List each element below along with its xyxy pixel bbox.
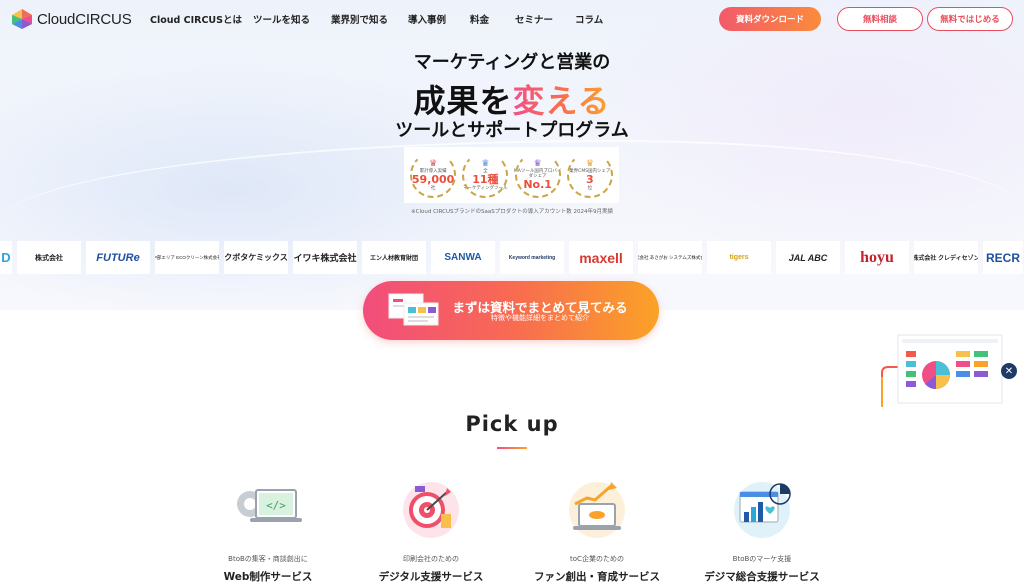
client-logo: 株式会社 (17, 241, 81, 274)
target-icon (403, 482, 459, 538)
pickup-heading: Pick up (465, 412, 559, 436)
pickup-card-title: デジタル支援サービス (378, 571, 484, 582)
pickup-card-digima[interactable]: BtoBのマーケ支援 デジマ総合支援サービス (682, 478, 842, 582)
pickup-card-print[interactable]: 印刷会社のための デジタル支援サービス (351, 478, 511, 582)
award-note: ※Cloud CIRCUSブランドのSaaSプロダクトの導入アカウント数 202… (411, 209, 613, 215)
logo-text: CloudCIRCUS (37, 10, 132, 28)
nav-seminar[interactable]: セミナー (515, 12, 575, 26)
client-logo: D (0, 241, 12, 274)
close-icon[interactable]: ✕ (1001, 363, 1017, 379)
client-logo: RECR (983, 241, 1023, 274)
pickup-card-sub: toC企業のための (570, 555, 624, 563)
client-logo: FUTURe (86, 241, 150, 274)
hero-line-2-a: 成果を (413, 82, 513, 120)
pickup-card-title: ファン創出・育成サービス (534, 571, 660, 582)
pickup-card-fan[interactable]: toC企業のための ファン創出・育成サービス (517, 478, 677, 582)
pickup-card-sub: 印刷会社のための (403, 555, 459, 563)
pickup-card-title: デジマ総合支援サービス (704, 571, 820, 582)
site-logo[interactable]: CloudCIRCUS (11, 8, 132, 30)
web-code-icon: </> (237, 489, 302, 522)
consult-button[interactable]: 無料相談 (837, 7, 923, 31)
cta-sub-text: 特徴や機能詳細をまとめて紹介 (491, 314, 589, 322)
pickup-underline (497, 447, 527, 449)
client-logo: JAL ABC (776, 241, 840, 274)
client-logo: SANWA (431, 241, 495, 274)
client-logo: 株式会社 クレディセゾン (914, 241, 978, 274)
client-logo: エン人材教育財団 (362, 241, 426, 274)
client-logo: クボタケミックス (224, 241, 288, 274)
pickup-card-web[interactable]: </> BtoBの集客・商談創出に Web制作サービス (188, 478, 348, 582)
awards-panel: ♛ 累計導入実績 59,000 社 ♛ 全 11種 マーケティングツール ♛ M… (404, 147, 619, 203)
award-badge: ♛ 全 11種 マーケティングツール (460, 150, 510, 200)
document-thumbnail-icon (388, 293, 439, 326)
hero-line-3: ツールとサポートプログラム (395, 120, 629, 141)
svg-text:</>: </> (266, 499, 286, 512)
logo-mark-icon (12, 9, 32, 29)
nav-column[interactable]: コラム (575, 12, 615, 26)
nav-industry[interactable]: 業界別で知る (331, 12, 408, 26)
nav-pricing[interactable]: 料金 (470, 12, 515, 26)
main-nav: Cloud CIRCUSとは ツールを知る 業界別で知る 導入事例 料金 セミナ… (150, 12, 615, 26)
pickup-card-sub: BtoBの集客・商談創出に (228, 555, 308, 563)
analytics-heart-icon (734, 482, 791, 538)
free-start-button[interactable]: 無料ではじめる (927, 7, 1013, 31)
client-logo: maxell (569, 241, 633, 274)
client-logo: 株式会社 あさがお システムズ株式会社 (638, 241, 702, 274)
growth-laptop-icon (569, 482, 625, 538)
download-button[interactable]: 資料ダウンロード (719, 7, 821, 31)
pickup-card-sub: BtoBのマーケ支援 (732, 555, 792, 563)
award-badge: ♛ 業界CMS国内シェア 3 位 (565, 150, 615, 200)
client-logo: 中部エリア ECOクリーン株式会社 (155, 241, 219, 274)
client-logo: Keyword marketing (500, 241, 564, 274)
client-logo: tigers (707, 241, 771, 274)
client-logo-strip: D 株式会社 FUTURe 中部エリア ECOクリーン株式会社 クボタケミックス… (0, 241, 1024, 274)
client-logo: hoyu (845, 241, 909, 274)
award-badge: ♛ 累計導入実績 59,000 社 (408, 150, 458, 200)
pickup-card-title: Web制作サービス (223, 571, 313, 582)
award-badge: ♛ MAツール国内ブロバイダシェア No.1 (513, 150, 563, 200)
nav-tools[interactable]: ツールを知る (253, 12, 331, 26)
nav-about[interactable]: Cloud CIRCUSとは (150, 12, 253, 26)
hero-line-1: マーケティングと営業の (413, 52, 611, 73)
nav-cases[interactable]: 導入事例 (408, 12, 470, 26)
hero-line-2-b: 変える (512, 82, 611, 120)
client-logo: イワキ株式会社 (293, 241, 357, 274)
site-header: CloudCIRCUS Cloud CIRCUSとは ツールを知る 業界別で知る… (0, 0, 1024, 38)
